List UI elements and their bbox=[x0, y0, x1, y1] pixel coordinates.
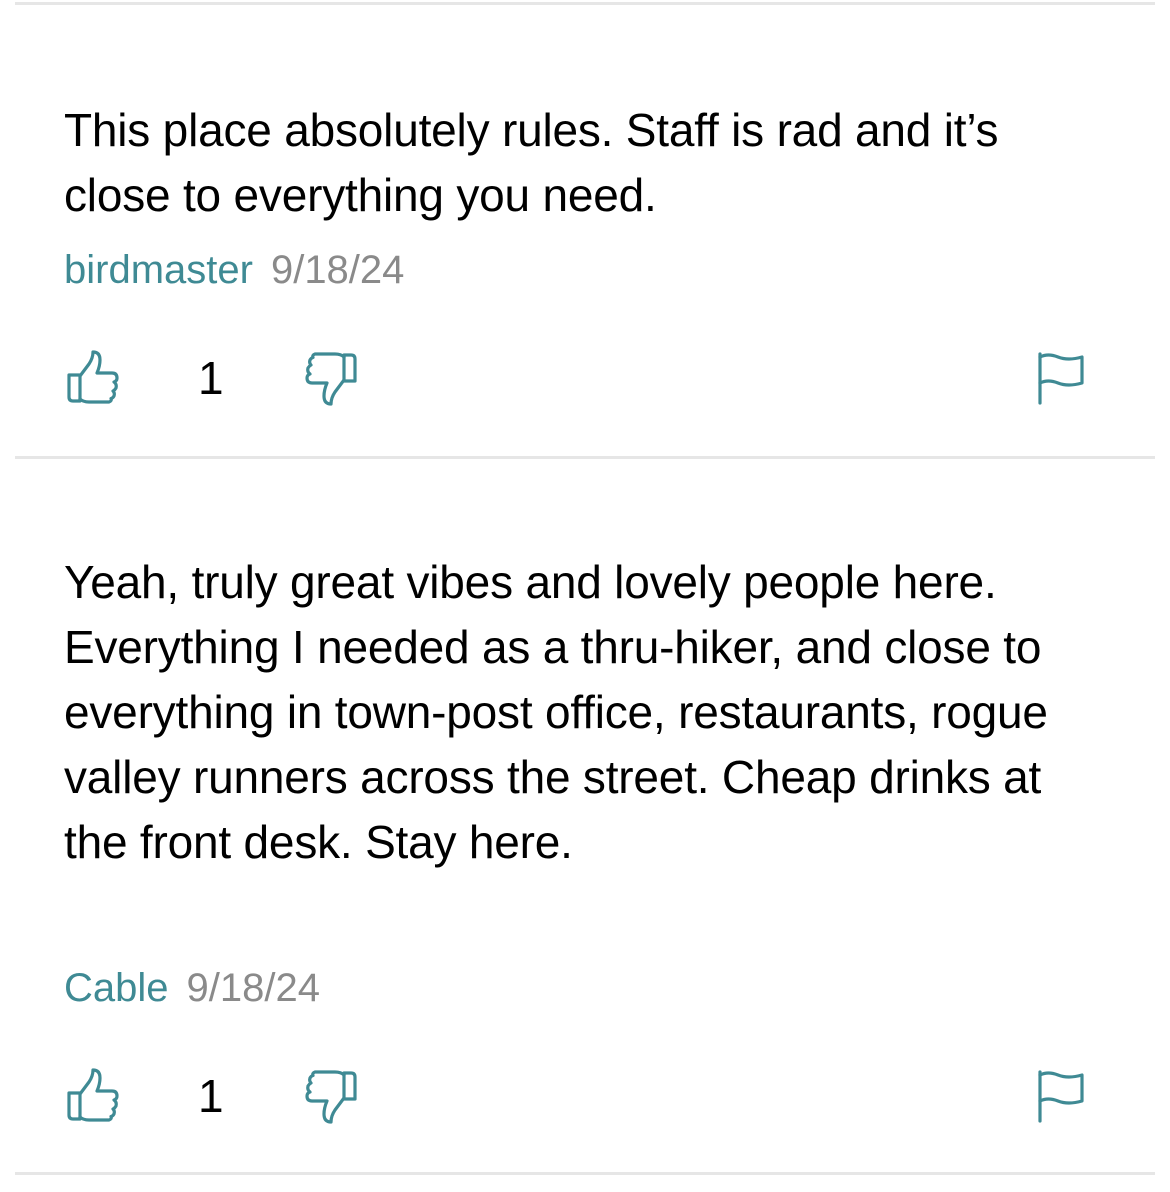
comment-actions: 1 bbox=[0, 1066, 1170, 1130]
top-divider bbox=[15, 2, 1155, 5]
comment-actions: 1 bbox=[0, 348, 1170, 412]
thumbs-down-icon bbox=[305, 352, 357, 406]
comment-divider bbox=[15, 456, 1155, 459]
comment-date: 9/18/24 bbox=[186, 966, 320, 1010]
flag-icon bbox=[1038, 352, 1084, 405]
report-button[interactable] bbox=[1032, 1066, 1092, 1126]
upvote-button[interactable] bbox=[62, 1066, 122, 1126]
comment-date: 9/18/24 bbox=[270, 248, 405, 292]
thumbs-up-icon bbox=[67, 350, 119, 404]
thumbs-up-icon bbox=[67, 1068, 119, 1122]
comment-meta: Cable 9/18/24 bbox=[64, 964, 320, 1012]
comment-body: Yeah, truly great vibes and lovely peopl… bbox=[64, 556, 1048, 868]
comment-author[interactable]: birdmaster bbox=[64, 248, 253, 292]
report-button[interactable] bbox=[1032, 348, 1092, 408]
comment-body: This place absolutely rules. Staff is ra… bbox=[64, 104, 999, 221]
downvote-button[interactable] bbox=[302, 1066, 362, 1126]
flag-icon bbox=[1038, 1070, 1084, 1123]
vote-count: 1 bbox=[198, 1070, 224, 1122]
downvote-button[interactable] bbox=[302, 348, 362, 408]
comment-author[interactable]: Cable bbox=[64, 966, 169, 1010]
upvote-button[interactable] bbox=[62, 348, 122, 408]
bottom-divider bbox=[15, 1172, 1155, 1175]
comment-meta: birdmaster 9/18/24 bbox=[64, 246, 404, 294]
vote-count: 1 bbox=[198, 352, 224, 404]
thumbs-down-icon bbox=[305, 1070, 357, 1124]
